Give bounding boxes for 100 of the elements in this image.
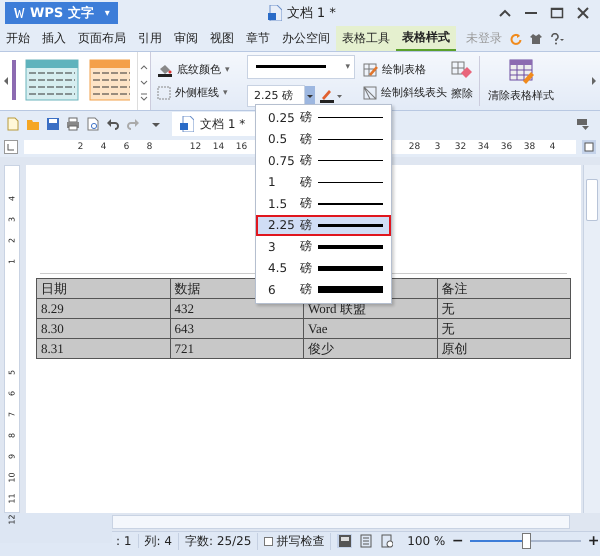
page-view-icon[interactable] xyxy=(337,534,352,548)
ruler-number: 4 xyxy=(548,142,556,152)
menu-tab[interactable]: 办公空间 xyxy=(276,26,336,51)
undo-icon[interactable] xyxy=(106,117,120,131)
zoom-out-button[interactable]: − xyxy=(451,533,464,549)
status-text: 字数: 25/25 xyxy=(185,532,258,550)
horizontal-scrollbar[interactable] xyxy=(112,515,570,529)
shading-color-button[interactable]: 底纹颜色 ▾ xyxy=(157,62,241,77)
document-icon xyxy=(180,116,194,132)
ruler-toggle-icon[interactable] xyxy=(582,140,596,154)
table-cell: 原创 xyxy=(442,340,468,356)
outline-view-icon[interactable] xyxy=(358,534,373,548)
maximize-icon[interactable] xyxy=(550,7,564,19)
app-logo-icon xyxy=(13,7,25,19)
table-eraser-icon xyxy=(507,59,535,85)
clear-table-style-button[interactable]: 清除表格样式 xyxy=(484,59,558,103)
menu-tab[interactable]: 表格样式 xyxy=(396,26,456,51)
help-icon[interactable] xyxy=(550,32,564,44)
ruler-number: 5 xyxy=(6,368,18,378)
line-weight-option[interactable]: 4.5 磅 xyxy=(256,258,391,279)
line-weight-option[interactable]: 2.25 磅 xyxy=(256,214,391,236)
menu-tab[interactable]: 章节 xyxy=(240,26,276,51)
ruler-number: 3 xyxy=(6,216,18,224)
table-cell: 8.31 xyxy=(41,340,64,356)
erase-button[interactable]: 擦除 xyxy=(451,56,480,106)
ruler-number: 16 xyxy=(234,142,248,152)
table-cell: 432 xyxy=(174,300,194,316)
new-file-icon[interactable] xyxy=(6,117,20,131)
printer-icon[interactable] xyxy=(66,117,80,131)
window-title: 文档 1 * xyxy=(286,5,336,22)
status-text: : 1 xyxy=(116,534,138,548)
table-cell: 无 xyxy=(442,300,454,316)
table-cell: Vae xyxy=(308,320,328,336)
spell-check-toggle[interactable]: 拼写检查 xyxy=(264,532,332,550)
save-icon[interactable] xyxy=(46,117,60,131)
ruler-number: 7 xyxy=(6,410,18,420)
shirt-icon[interactable] xyxy=(530,32,542,44)
ruler-number: 10 xyxy=(6,471,18,484)
line-weight-option[interactable]: 3 磅 xyxy=(256,236,391,258)
menu-tab[interactable]: 插入 xyxy=(36,26,72,51)
line-weight-option[interactable]: 1.5 磅 xyxy=(256,193,391,214)
pencil-grid-icon xyxy=(363,62,378,76)
ruler-number: 34 xyxy=(476,142,490,152)
tab-stop-icon[interactable] xyxy=(4,140,18,154)
diagonal-cell-icon xyxy=(363,86,377,100)
scroll-left-icon[interactable] xyxy=(2,76,10,86)
ruler-number: 32 xyxy=(454,142,468,152)
ruler-number: 9 xyxy=(6,452,18,462)
document-icon xyxy=(268,5,282,21)
table-header-cell: 日期 xyxy=(41,280,67,296)
ruler-number: 14 xyxy=(212,142,226,152)
ruler-number: 8 xyxy=(146,142,154,152)
menu-tab[interactable]: 页面布局 xyxy=(72,26,132,51)
line-sample-icon xyxy=(256,65,326,69)
draw-diagonal-header-button[interactable]: 绘制斜线表头 xyxy=(363,85,447,100)
zoom-slider[interactable] xyxy=(470,533,582,549)
table-cell: 8.29 xyxy=(41,300,64,316)
scroll-right-icon[interactable] xyxy=(591,76,597,86)
ruler-number: 12 xyxy=(6,513,18,526)
pen-color-icon[interactable] xyxy=(319,88,343,104)
status-text: 列: 4 xyxy=(144,532,179,550)
table-cell: 俊少 xyxy=(308,340,334,356)
ruler-number: 36 xyxy=(500,142,514,152)
table-header-cell: 备注 xyxy=(442,280,468,296)
table-header-cell: 数据 xyxy=(174,280,200,296)
web-view-icon[interactable] xyxy=(378,534,394,548)
paint-bucket-icon xyxy=(157,62,173,76)
ruler-number: 2 xyxy=(6,236,18,246)
ruler-number: 4 xyxy=(6,194,18,204)
menu-tab[interactable]: 开始 xyxy=(0,26,36,51)
menu-tab[interactable]: 视图 xyxy=(204,26,240,51)
ruler-number: 28 xyxy=(408,142,422,152)
border-icon xyxy=(157,86,171,100)
zoom-in-button[interactable]: + xyxy=(587,533,600,549)
outer-border-button[interactable]: 外侧框线 ▾ xyxy=(157,85,241,100)
vertical-scrollbar[interactable] xyxy=(583,165,600,513)
line-weight-option[interactable]: 0.75 磅 xyxy=(256,150,391,172)
line-weight-option[interactable]: 1 磅 xyxy=(256,172,391,193)
draw-table-button[interactable]: 绘制表格 xyxy=(363,62,447,77)
ruler-number: 12 xyxy=(188,142,202,152)
menu-tab[interactable]: 审阅 xyxy=(168,26,204,51)
ruler-number: 6 xyxy=(6,390,18,398)
table-cell: 8.30 xyxy=(41,320,64,336)
zoom-slider-thumb[interactable] xyxy=(522,533,531,549)
ruler-number: 6 xyxy=(122,142,130,152)
app-menu-button[interactable]: WPS 文字 ▾ xyxy=(5,2,118,24)
tab-menu-icon[interactable] xyxy=(576,117,590,131)
menu-tab[interactable]: 引用 xyxy=(132,26,168,51)
ruler-number: 8 xyxy=(6,432,18,440)
ruler-number: 1 xyxy=(6,258,18,266)
ruler-number: 2 xyxy=(76,142,84,152)
ruler-number: 3 xyxy=(434,142,442,152)
menu-tab[interactable]: 表格工具 xyxy=(336,26,396,51)
print-preview-icon[interactable] xyxy=(86,117,100,131)
table-cell: 无 xyxy=(442,320,454,336)
line-style-dropdown[interactable]: ▾ xyxy=(247,55,355,79)
close-icon[interactable] xyxy=(576,7,590,19)
table-cell: 643 xyxy=(174,320,194,336)
collapse-ribbon-icon[interactable] xyxy=(498,7,512,19)
line-weight-option[interactable]: 6 磅 xyxy=(256,279,391,300)
